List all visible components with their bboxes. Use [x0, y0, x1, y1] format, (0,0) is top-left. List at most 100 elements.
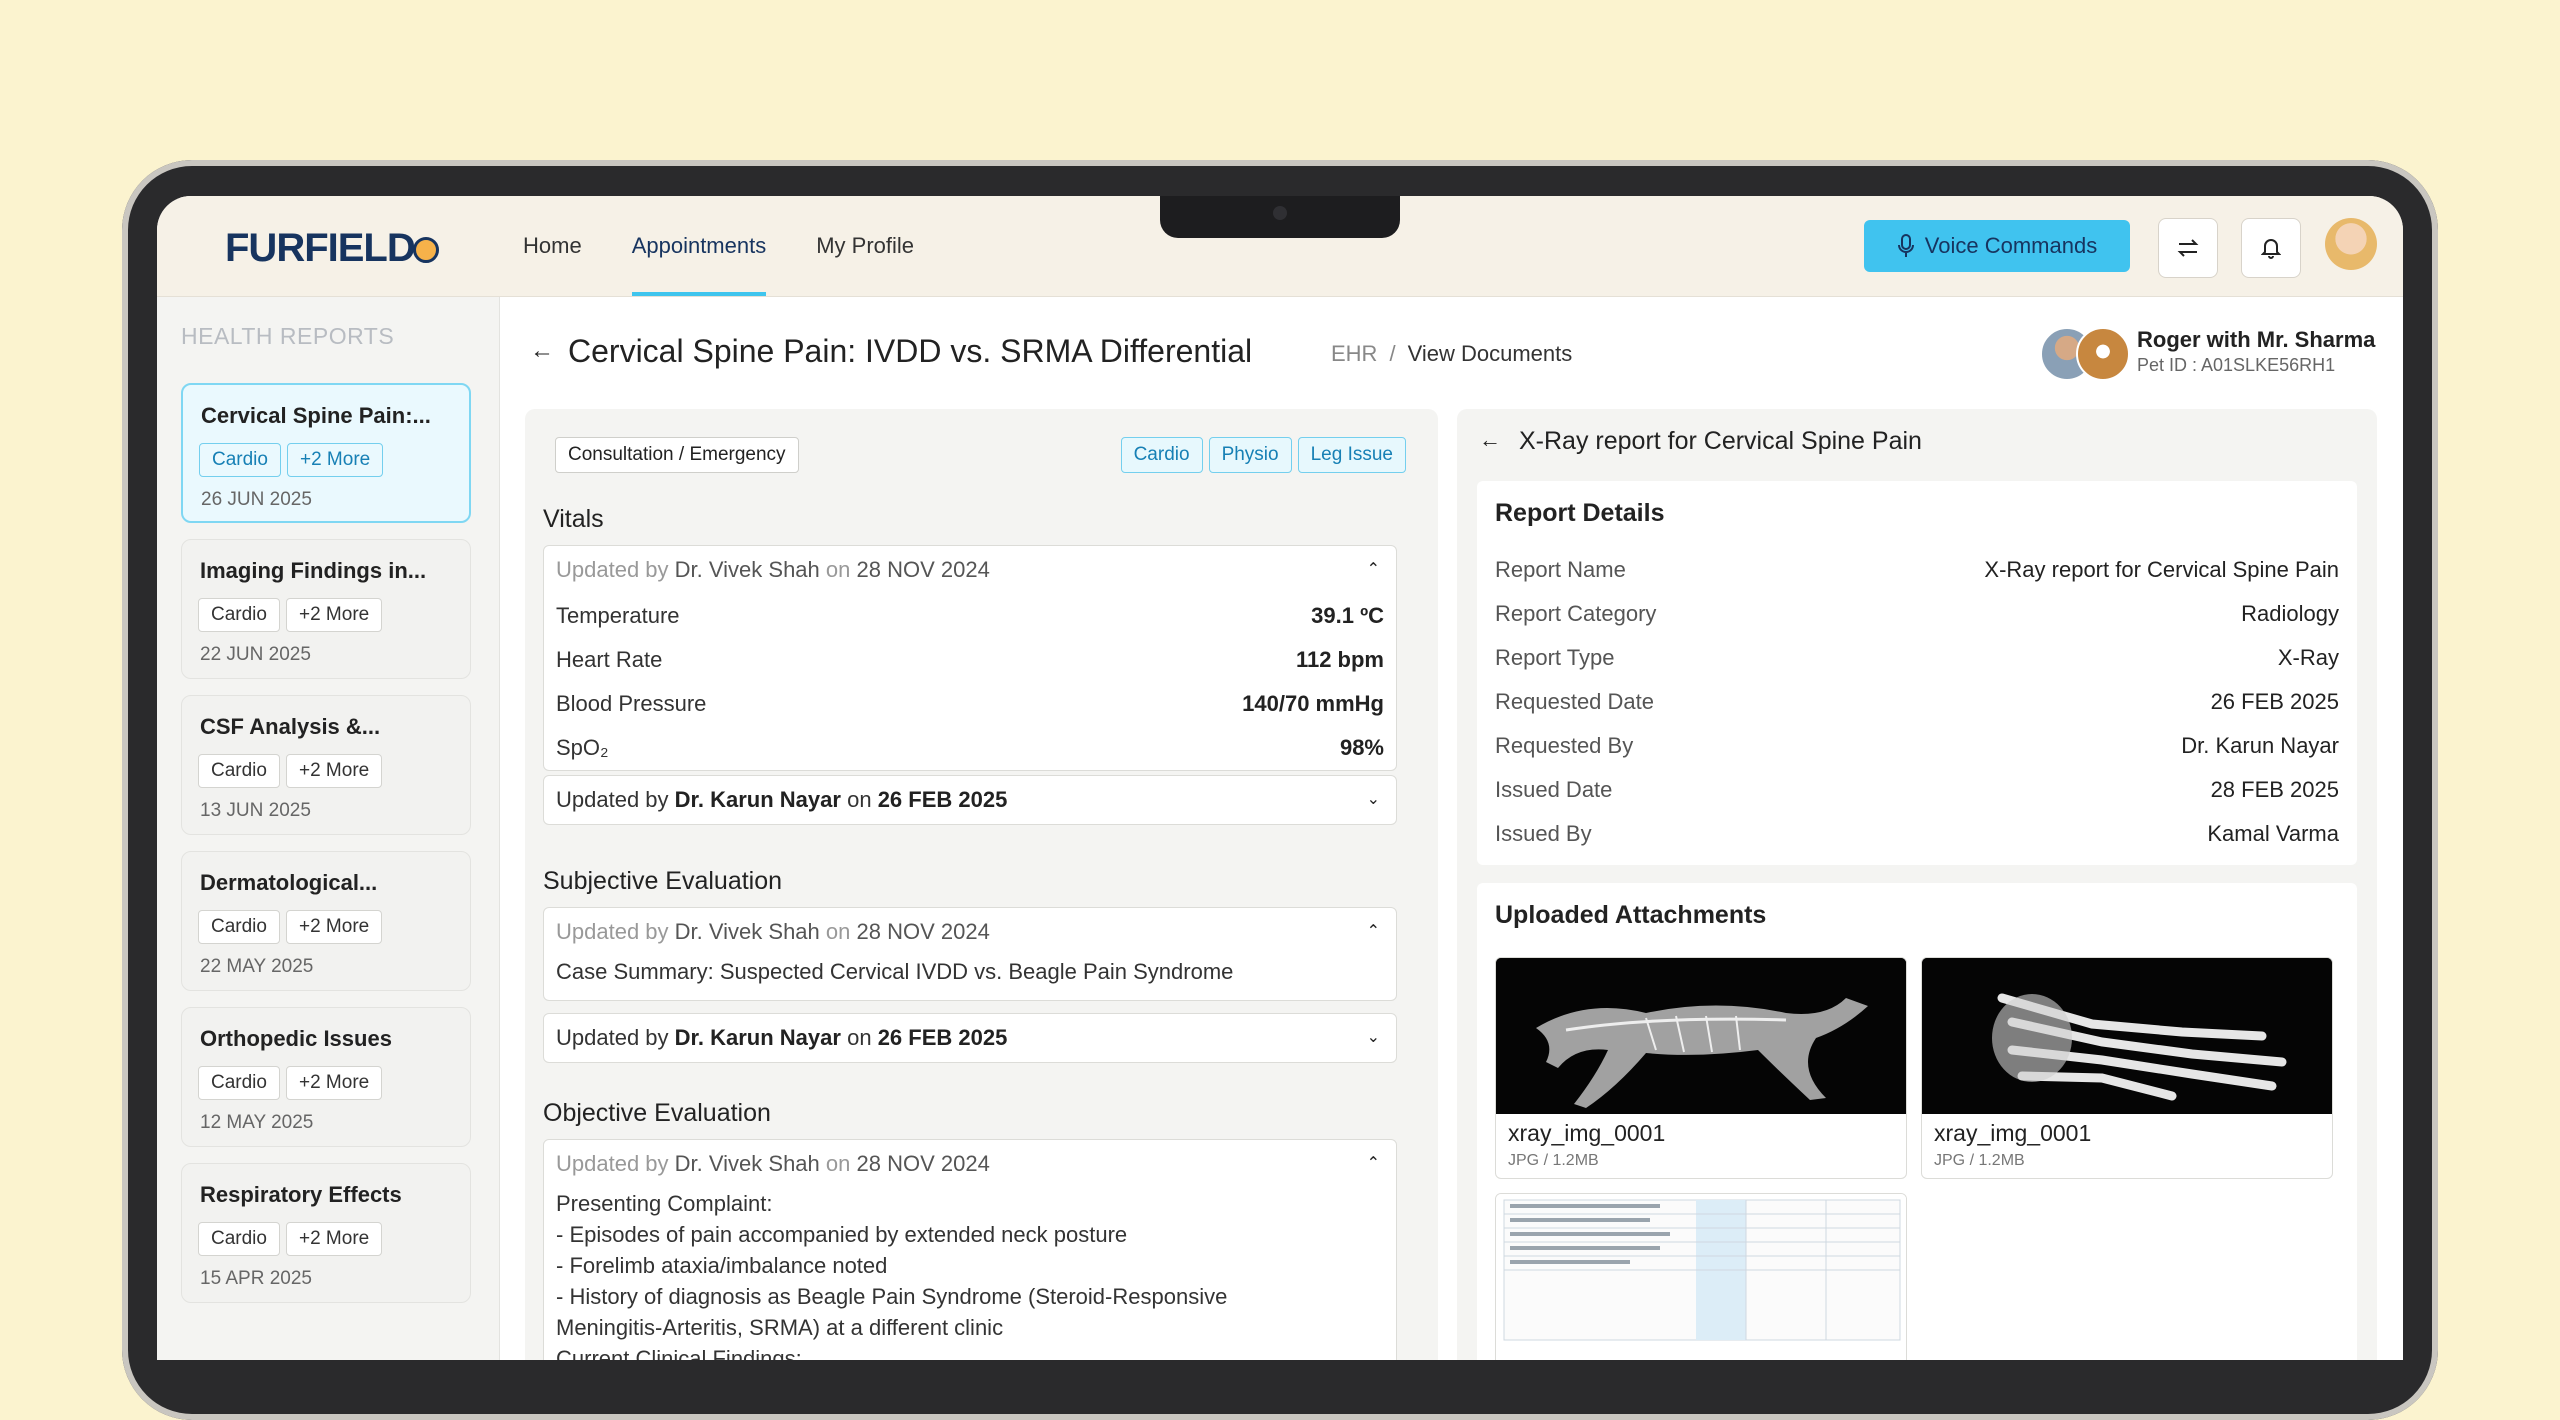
document-thumbnail — [1496, 1194, 1906, 1360]
breadcrumb-ehr[interactable]: EHR — [1331, 341, 1377, 367]
nav-home[interactable]: Home — [523, 196, 582, 296]
subjective-text: Case Summary: Suspected Cervical IVDD vs… — [556, 959, 1234, 984]
report-card[interactable]: Cervical Spine Pain:... Cardio +2 More 26… — [181, 383, 471, 523]
attachment-file-document[interactable] — [1495, 1193, 1907, 1360]
report-tag: Cardio — [198, 598, 280, 632]
chevron-up-icon[interactable]: ⌃ — [1367, 546, 1380, 594]
more-tags: +2 More — [286, 443, 384, 477]
swap-button[interactable] — [2158, 218, 2218, 278]
vital-row: SpO₂ 98% — [556, 735, 1384, 760]
more-tags: +2 More — [285, 754, 383, 788]
category-tag: Cardio — [1120, 437, 1203, 473]
pet-id: Pet ID : A01SLKE56RH1 — [2137, 355, 2336, 375]
logo[interactable]: FURFIELD — [225, 226, 439, 271]
report-card[interactable]: Orthopedic Issues Cardio +2 More 12 MAY 2… — [181, 1007, 471, 1147]
report-tag: Cardio — [198, 1066, 280, 1100]
report-details-card: Report Details Report Name X-Ray report f… — [1477, 481, 2357, 865]
user-avatar[interactable] — [2325, 218, 2377, 270]
report-card[interactable]: CSF Analysis &... Cardio +2 More 13 JUN 2… — [181, 695, 471, 835]
vitals-entry-open: Updated by Dr. Vivek Shah on 28 NOV 2024… — [543, 545, 1397, 771]
attachment-meta: JPG / 1.2MB — [1934, 1152, 2025, 1169]
attachment-name: xray_img_0001 — [1934, 1120, 2092, 1146]
report-back-arrow-icon[interactable]: ← — [1479, 427, 1501, 453]
report-card-title: Imaging Findings in... — [200, 558, 427, 583]
category-tag: Leg Issue — [1297, 437, 1406, 473]
nav-appointments[interactable]: Appointments — [631, 196, 766, 296]
report-tag: Cardio — [198, 910, 280, 944]
vitals-entry-closed[interactable]: Updated by Dr. Karun Nayar on 26 FEB 202… — [543, 775, 1397, 825]
objective-entry-open: Updated by Dr. Vivek Shah on 28 NOV 2024… — [543, 1139, 1397, 1360]
detail-row: Report Type X-Ray — [1495, 645, 2339, 670]
detail-row: Requested Date 26 FEB 2025 — [1495, 689, 2339, 714]
more-tags: +2 More — [285, 1222, 383, 1256]
objective-heading: Objective Evaluation — [543, 1099, 771, 1127]
chevron-up-icon[interactable]: ⌃ — [1367, 908, 1380, 956]
main-nav: Home Appointments My Profile — [523, 196, 914, 296]
report-date: 13 JUN 2025 — [200, 800, 311, 821]
xray-thumbnail — [1922, 958, 2332, 1114]
device-notch — [1160, 196, 1400, 238]
paw-icon — [412, 237, 439, 263]
pet-avatar — [2076, 327, 2130, 381]
report-date: 22 JUN 2025 — [200, 644, 311, 665]
report-tag: Cardio — [198, 1222, 280, 1256]
swap-icon — [2177, 239, 2199, 257]
breadcrumb: EHR / View Documents — [1331, 341, 1572, 367]
report-title: X-Ray report for Cervical Spine Pain — [1519, 427, 1922, 455]
attachment-file[interactable]: xray_img_0001 JPG / 1.2MB — [1495, 957, 1907, 1179]
attachment-file[interactable]: xray_img_0001 JPG / 1.2MB — [1921, 957, 2333, 1179]
report-panel: ← X-Ray report for Cervical Spine Pain R… — [1457, 409, 2377, 1360]
chevron-down-icon[interactable]: ⌄ — [1367, 1014, 1380, 1062]
report-details-heading: Report Details — [1495, 499, 1665, 527]
main-content: ← Cervical Spine Pain: IVDD vs. SRMA Dif… — [500, 297, 2403, 1360]
report-card[interactable]: Respiratory Effects Cardio +2 More 15 APR… — [181, 1163, 471, 1303]
patient-avatars — [2040, 327, 2130, 381]
page-title: Cervical Spine Pain: IVDD vs. SRMA Diffe… — [568, 333, 1253, 369]
detail-row: Report Category Radiology — [1495, 601, 2339, 626]
voice-commands-label: Voice Commands — [1924, 233, 2098, 258]
more-tags: +2 More — [285, 910, 383, 944]
chevron-up-icon[interactable]: ⌃ — [1367, 1140, 1380, 1188]
report-date: 22 MAY 2025 — [200, 956, 314, 977]
subjective-entry-closed[interactable]: Updated by Dr. Karun Nayar on 26 FEB 202… — [543, 1013, 1397, 1063]
attachment-meta: JPG / 1.2MB — [1508, 1152, 1599, 1169]
sidebar-title: HEALTH REPORTS — [181, 323, 395, 349]
report-card[interactable]: Imaging Findings in... Cardio +2 More 22 … — [181, 539, 471, 679]
report-date: 12 MAY 2025 — [200, 1112, 314, 1133]
entry-header[interactable]: Updated by Dr. Vivek Shah on 28 NOV 2024… — [544, 546, 1396, 594]
report-date: 26 JUN 2025 — [201, 489, 312, 510]
bell-icon — [2261, 239, 2281, 259]
vitals-heading: Vitals — [543, 505, 604, 533]
detail-row: Issued Date 28 FEB 2025 — [1495, 777, 2339, 802]
vital-row: Temperature 39.1 ºC — [556, 603, 1384, 628]
breadcrumb-current: View Documents — [1407, 341, 1573, 366]
category-tag: Physio — [1208, 437, 1292, 473]
report-tag: Cardio — [198, 754, 280, 788]
entry-header[interactable]: Updated by Dr. Vivek Shah on 28 NOV 2024… — [544, 908, 1396, 956]
objective-text: Presenting Complaint: - Episodes of pain… — [556, 1191, 1228, 1360]
report-card-title: Dermatological... — [200, 870, 378, 895]
report-card-title: CSF Analysis &... — [200, 714, 381, 739]
report-card-title: Orthopedic Issues — [200, 1026, 392, 1051]
app-screen: FURFIELD Home Appointments My Profile Vo… — [157, 196, 2403, 1360]
back-arrow-icon[interactable]: ← — [530, 337, 554, 365]
breadcrumb-separator: / — [1389, 341, 1396, 366]
subjective-entry-open: Updated by Dr. Vivek Shah on 28 NOV 2024… — [543, 907, 1397, 1001]
nav-my-profile[interactable]: My Profile — [816, 196, 914, 296]
detail-row: Report Name X-Ray report for Cervical Spi… — [1495, 557, 2339, 582]
clinical-record-panel: Consultation / Emergency Cardio Physio L… — [525, 409, 1438, 1360]
notifications-button[interactable] — [2241, 218, 2301, 278]
report-card[interactable]: Dermatological... Cardio +2 More 22 MAY 2… — [181, 851, 471, 991]
more-tags: +2 More — [285, 1066, 383, 1100]
vital-row: Heart Rate 112 bpm — [556, 647, 1384, 672]
camera-icon — [1273, 206, 1287, 220]
entry-header[interactable]: Updated by Dr. Vivek Shah on 28 NOV 2024… — [544, 1140, 1396, 1188]
attachments-card: Uploaded Attachments xray_img_0001 JPG /… — [1477, 883, 2357, 1360]
attachment-name: xray_img_0001 — [1508, 1120, 1666, 1146]
chevron-down-icon[interactable]: ⌄ — [1367, 776, 1380, 824]
report-card-title: Respiratory Effects — [200, 1182, 402, 1207]
voice-commands-button[interactable]: Voice Commands — [1864, 220, 2130, 272]
entry-header[interactable]: Updated by Dr. Karun Nayar on 26 FEB 202… — [544, 1014, 1396, 1062]
entry-header[interactable]: Updated by Dr. Karun Nayar on 26 FEB 202… — [544, 776, 1396, 824]
report-card-title: Cervical Spine Pain:... — [201, 403, 431, 428]
